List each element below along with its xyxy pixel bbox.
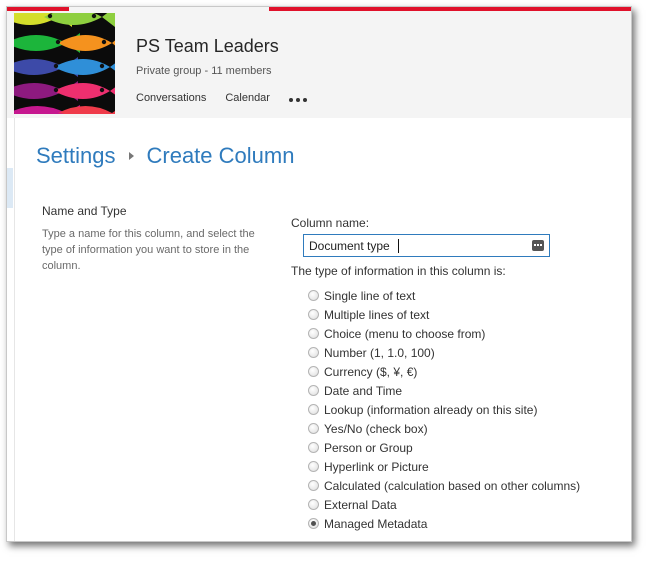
column-type-option[interactable]: Currency ($, ¥, €) [308, 362, 580, 381]
column-type-option[interactable]: Date and Time [308, 381, 580, 400]
column-type-label: Choice (menu to choose from) [324, 326, 486, 341]
radio-button[interactable] [308, 518, 319, 529]
chevron-right-icon [128, 152, 134, 160]
column-name-input[interactable] [304, 235, 549, 256]
page-frame: PS Team Leaders Private group - 11 membe… [6, 6, 632, 542]
column-type-label: Person or Group [324, 440, 413, 455]
column-type-label: Calculated (calculation based on other c… [324, 478, 581, 493]
column-type-label: Lookup (information already on this site… [324, 402, 538, 417]
field-options-icon[interactable] [532, 240, 544, 251]
column-type-label: Currency ($, ¥, €) [324, 364, 418, 379]
column-type-option[interactable]: External Data [308, 495, 580, 514]
column-type-option[interactable]: Hyperlink or Picture [308, 457, 580, 476]
group-header: PS Team Leaders Private group - 11 membe… [7, 11, 631, 118]
group-title: PS Team Leaders [136, 36, 279, 56]
column-type-option[interactable]: Yes/No (check box) [308, 419, 580, 438]
type-question: The type of information in this column i… [291, 264, 506, 278]
radio-button[interactable] [308, 328, 319, 339]
nav-calendar[interactable]: Calendar [225, 92, 270, 104]
group-subtitle: Private group - 11 members [136, 65, 272, 77]
radio-button[interactable] [308, 404, 319, 415]
text-caret [398, 239, 399, 253]
column-type-label: External Data [324, 497, 397, 512]
radio-button[interactable] [308, 347, 319, 358]
nav-conversations[interactable]: Conversations [136, 92, 206, 104]
radio-button[interactable] [308, 290, 319, 301]
radio-button[interactable] [308, 366, 319, 377]
column-type-option[interactable]: Person or Group [308, 438, 580, 457]
column-type-options: Single line of text Multiple lines of tex… [308, 286, 580, 533]
column-type-label: Hyperlink or Picture [324, 459, 429, 474]
column-type-label: Multiple lines of text [324, 307, 430, 322]
section-title: Name and Type [42, 204, 127, 218]
radio-button[interactable] [308, 499, 319, 510]
radio-button[interactable] [308, 423, 319, 434]
radio-button[interactable] [308, 442, 319, 453]
group-nav: Conversations Calendar [136, 92, 307, 104]
radio-button[interactable] [308, 461, 319, 472]
radio-button[interactable] [308, 309, 319, 320]
column-type-option[interactable]: Lookup (information already on this site… [308, 400, 580, 419]
column-type-option[interactable]: Calculated (calculation based on other c… [308, 476, 580, 495]
column-type-label: Managed Metadata [324, 516, 428, 531]
more-icon[interactable] [288, 95, 307, 102]
left-nav-marker [7, 168, 13, 208]
breadcrumb: Settings Create Column [36, 143, 294, 169]
radio-button[interactable] [308, 480, 319, 491]
column-type-option[interactable]: Single line of text [308, 286, 580, 305]
breadcrumb-settings[interactable]: Settings [36, 143, 116, 169]
column-type-option[interactable]: Managed Metadata [308, 514, 580, 533]
column-type-option[interactable]: Multiple lines of text [308, 305, 580, 324]
fish-logo-icon [14, 13, 115, 114]
page-title: Create Column [146, 143, 295, 168]
section-description: Type a name for this column, and select … [42, 228, 255, 272]
left-nav-edge [7, 118, 15, 541]
column-type-label: Yes/No (check box) [324, 421, 428, 436]
radio-button[interactable] [308, 385, 319, 396]
column-type-label: Single line of text [324, 288, 416, 303]
column-type-option[interactable]: Choice (menu to choose from) [308, 324, 580, 343]
column-type-label: Date and Time [324, 383, 403, 398]
column-type-option[interactable]: Number (1, 1.0, 100) [308, 343, 580, 362]
column-name-field [303, 234, 550, 257]
group-logo[interactable] [14, 13, 115, 114]
column-name-label: Column name: [291, 216, 370, 230]
column-type-label: Number (1, 1.0, 100) [324, 345, 435, 360]
